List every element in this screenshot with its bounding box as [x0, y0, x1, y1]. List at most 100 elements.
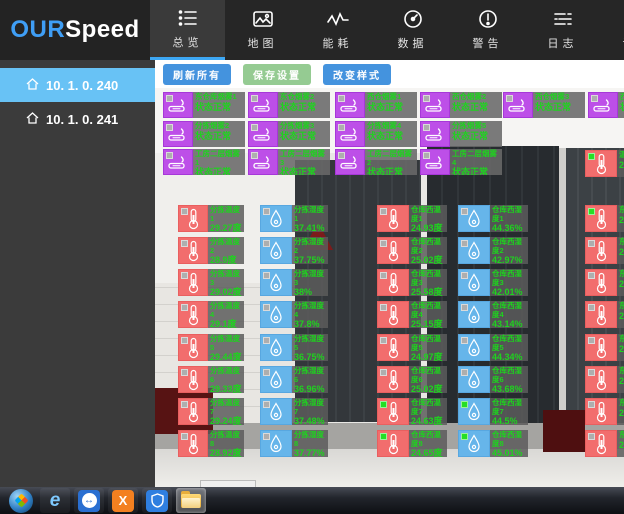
status-indicator-gray [338, 152, 345, 159]
sidebar-item-10-1-0-241[interactable]: 10. 1. 0. 241 [0, 102, 155, 136]
temperature-sensor-tile[interactable]: 东仓24 [585, 430, 624, 457]
humidity-sensor-tile[interactable]: 仓库西湿度744.5% [458, 398, 528, 425]
temperature-sensor-tile[interactable]: 仓库西温度425.15度 [377, 301, 447, 328]
sensor-label: 工房二层烟雾4 [452, 150, 500, 167]
temperature-sensor-tile[interactable]: 分拣温度828.92度 [178, 430, 244, 457]
file-explorer-folder-icon[interactable] [176, 488, 206, 513]
humidity-sensor-tile[interactable]: 分拣湿度536.75% [260, 334, 328, 361]
temperature-sensor-tile[interactable]: 仓库西温度724.63度 [377, 398, 447, 425]
temperature-sensor-tile[interactable]: 东仓23 [585, 366, 624, 393]
humidity-sensor-tile[interactable]: 分拣湿度737.48% [260, 398, 328, 425]
humidity-sensor-tile[interactable]: 仓库西湿度845.01% [458, 430, 528, 457]
sensor-label: 分拣湿度5 [294, 335, 326, 352]
humidity-sensor-tile[interactable]: 仓库西湿度544.34% [458, 334, 528, 361]
sensor-label: 分拣烟雾2 [195, 122, 243, 131]
temperature-sensor-tile[interactable]: 东仓24 [585, 237, 624, 264]
status-indicator-gray [461, 337, 468, 344]
smoke-detector-icon [248, 149, 278, 175]
sensor-label: 分拣湿度8 [294, 431, 326, 448]
smoke-detector-tile[interactable]: 工房二层烟雾4状态正常 [420, 149, 502, 175]
smoke-detector-tile[interactable]: 工房二层烟雾2状态正常 [335, 149, 417, 175]
xampp-icon[interactable]: X [108, 488, 138, 513]
sensor-value: 27 [619, 160, 624, 170]
tab-alerts[interactable]: 警告 [450, 0, 525, 60]
sensor-label: 分拣湿度2 [294, 238, 326, 255]
status-indicator-green [380, 433, 387, 440]
tab-logs[interactable]: 日志 [525, 0, 600, 60]
temperature-sensor-tile[interactable]: 分拣温度228.9度 [178, 237, 244, 264]
tab-map[interactable]: 地图 [225, 0, 300, 60]
app-window: OURSpeed 总览地图能耗数据警告日志设置 10. 1. 0. 24010.… [0, 0, 624, 514]
sensor-label: 东仓 [619, 270, 624, 279]
humidity-sensor-tile[interactable]: 仓库西湿度643.68% [458, 366, 528, 393]
droplet-icon [458, 269, 490, 296]
smoke-detector-tile[interactable]: 分拣烟雾4状态正常 [335, 121, 417, 147]
humidity-sensor-tile[interactable]: 分拣湿度338% [260, 269, 328, 296]
internet-explorer-icon[interactable]: e [40, 488, 70, 513]
teamviewer-icon[interactable]: ↔ [74, 488, 104, 513]
temperature-sensor-tile[interactable]: 分拣温度129.27度 [178, 205, 244, 232]
status-indicator-gray [181, 401, 188, 408]
sidebar-item-label: 10. 1. 0. 241 [46, 112, 118, 127]
security-shield-icon[interactable] [142, 488, 172, 513]
temperature-sensor-tile[interactable]: 分拣温度729.24度 [178, 398, 244, 425]
temperature-sensor-tile[interactable]: 仓库西温度325.58度 [377, 269, 447, 296]
save-settings-button[interactable]: 保存设置 [243, 64, 311, 85]
temperature-sensor-tile[interactable]: 分拣温度329.02度 [178, 269, 244, 296]
humidity-sensor-tile[interactable]: 分拣湿度237.75% [260, 237, 328, 264]
sensor-value: 状态正常 [535, 102, 583, 112]
temperature-sensor-tile[interactable]: 分拣温度529.44度 [178, 334, 244, 361]
windows-start-icon[interactable] [6, 488, 36, 513]
humidity-sensor-tile[interactable]: 仓库西湿度443.14% [458, 301, 528, 328]
refresh-all-button[interactable]: 刷新所有 [163, 64, 231, 85]
sensor-label: 仓库西湿度1 [492, 206, 526, 223]
home-icon [26, 78, 39, 93]
smoke-detector-tile[interactable]: 西仓烟雾2状态正常 [420, 92, 502, 118]
temperature-sensor-tile[interactable]: 仓库西温度625.02度 [377, 366, 447, 393]
sidebar-item-label: 10. 1. 0. 240 [46, 78, 118, 93]
sensor-label: 东仓 [619, 302, 624, 311]
humidity-sensor-tile[interactable]: 分拣湿度837.77% [260, 430, 328, 457]
temperature-sensor-tile[interactable]: 分拣温度429.1度 [178, 301, 244, 328]
temperature-sensor-tile[interactable]: 仓库西温度524.97度 [377, 334, 447, 361]
smoke-detector-tile[interactable]: 分拣烟雾2状态正常 [163, 121, 245, 147]
humidity-sensor-tile[interactable]: 分拣湿度636.96% [260, 366, 328, 393]
temperature-sensor-tile[interactable]: 仓库西温度124.93度 [377, 205, 447, 232]
temperature-sensor-tile[interactable]: 东仓24 [585, 398, 624, 425]
smoke-detector-tile[interactable]: 分拣烟雾3状态正常 [248, 121, 330, 147]
humidity-sensor-tile[interactable]: 仓库西湿度342.01% [458, 269, 528, 296]
temperature-sensor-tile[interactable]: 东仓24 [585, 269, 624, 296]
temperature-sensor-tile[interactable]: 东仓24 [585, 205, 624, 232]
tab-settings[interactable]: 设置 [600, 0, 624, 60]
change-style-button[interactable]: 改变样式 [323, 64, 391, 85]
humidity-sensor-tile[interactable]: 仓库西湿度242.97% [458, 237, 528, 264]
smoke-detector-tile[interactable]: 西仓烟雾1状态正常 [335, 92, 417, 118]
smoke-detector-tile[interactable]: 工房二层烟雾3状态正常 [248, 149, 330, 175]
status-indicator-gray [181, 433, 188, 440]
sensor-label: 仓库西湿度3 [492, 270, 526, 287]
humidity-sensor-tile[interactable]: 分拣湿度437.8% [260, 301, 328, 328]
smoke-detector-icon [163, 149, 193, 175]
sensor-value: 24 [619, 440, 624, 450]
sensor-value: 25.02度 [411, 384, 445, 393]
tab-data[interactable]: 数据 [375, 0, 450, 60]
smoke-detector-tile[interactable]: 东仓烟雾2状态正常 [248, 92, 330, 118]
humidity-sensor-tile[interactable]: 仓库西湿度144.36% [458, 205, 528, 232]
temperature-sensor-tile[interactable]: 仓库西温度824.65度 [377, 430, 447, 457]
temperature-sensor-tile[interactable]: 分拣温度629.33度 [178, 366, 244, 393]
smoke-detector-tile[interactable]: 西仓烟雾3状态正常 [503, 92, 585, 118]
tab-overview[interactable]: 总览 [150, 0, 225, 60]
tab-energy[interactable]: 能耗 [300, 0, 375, 60]
temperature-sensor-tile[interactable]: 温27 [585, 150, 624, 177]
smoke-detector-tile[interactable]: 东仓库烟雾1状态正常 [163, 92, 245, 118]
sensor-value: 状态正常 [280, 131, 328, 141]
status-indicator-gray [380, 337, 387, 344]
smoke-detector-tile[interactable]: 西仓状态 [588, 92, 624, 118]
humidity-sensor-tile[interactable]: 分拣湿度137.41% [260, 205, 328, 232]
temperature-sensor-tile[interactable]: 仓库西温度225.02度 [377, 237, 447, 264]
smoke-detector-tile[interactable]: 分拣烟雾5状态正常 [420, 121, 502, 147]
temperature-sensor-tile[interactable]: 东仓23 [585, 334, 624, 361]
temperature-sensor-tile[interactable]: 东仓24 [585, 301, 624, 328]
smoke-detector-tile[interactable]: 工房二层烟雾1状态正常 [163, 149, 245, 175]
sidebar-item-10-1-0-240[interactable]: 10. 1. 0. 240 [0, 68, 155, 102]
